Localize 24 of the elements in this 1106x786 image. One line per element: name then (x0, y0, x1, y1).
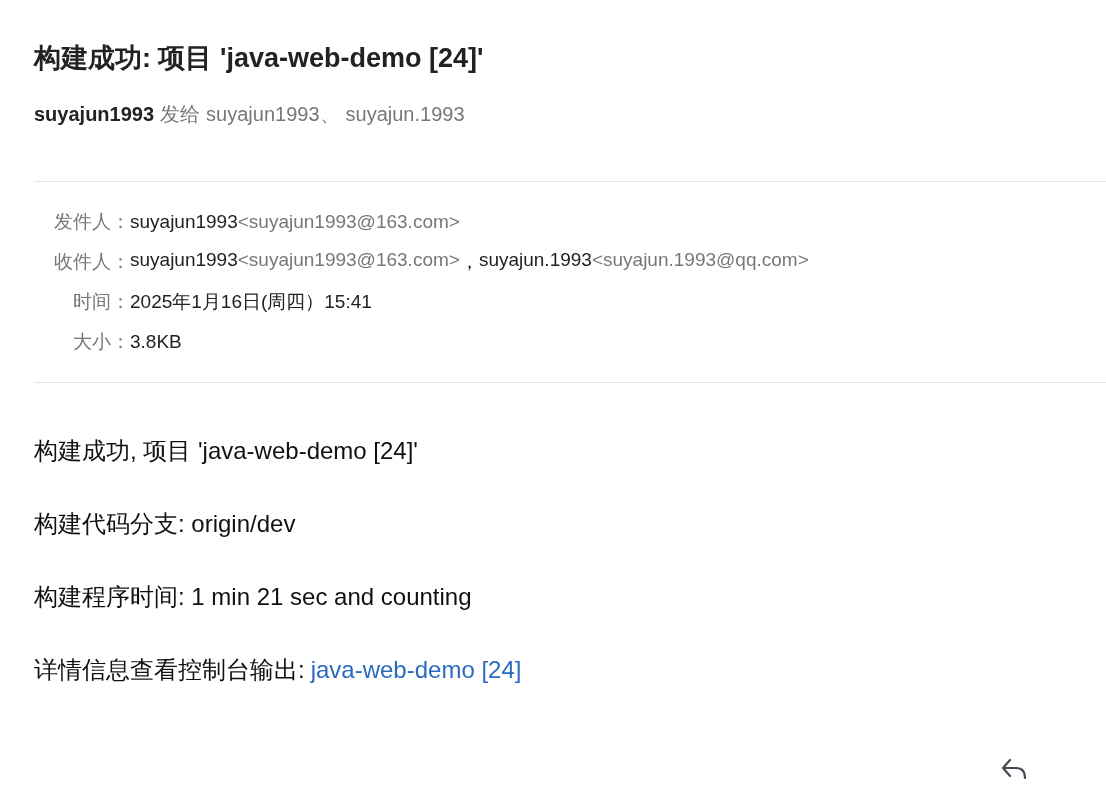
detail-value: 2025年1月16日(周四）15:41 (130, 290, 372, 314)
reply-icon[interactable] (1000, 757, 1028, 781)
detail-label: 收件人： (53, 250, 130, 274)
console-output-link[interactable]: java-web-demo [24] (310, 654, 522, 686)
recipient-name: suyajun1993、 (206, 102, 340, 127)
email-address: <suyajun1993@163.com> (237, 211, 460, 233)
recipient-name: suyajun.1993 (345, 102, 465, 127)
detail-value: 3.8KB (130, 331, 182, 353)
detail-label: 大小： (72, 330, 130, 354)
email-subject: 构建成功: 项目 'java-web-demo [24]' (34, 42, 485, 75)
detail-label: 发件人： (53, 210, 130, 234)
contact-name: suyajun1993 (130, 211, 238, 233)
contact-name: suyajun.1993 (478, 249, 592, 272)
sent-to-label: 发给 (160, 102, 201, 127)
body-paragraph: 构建代码分支: origin/dev (34, 509, 297, 539)
body-text: 详情信息查看控制台输出: (34, 655, 305, 685)
email-address: <suyajun.1993@qq.com> (591, 249, 809, 272)
sender-name: suyajun1993 (34, 102, 155, 127)
contact-name: suyajun1993 (130, 249, 238, 272)
detail-label: 时间： (72, 290, 130, 314)
body-paragraph: 构建成功, 项目 'java-web-demo [24]' (34, 436, 419, 466)
body-paragraph: 构建程序时间: 1 min 21 sec and counting (34, 582, 473, 612)
email-address: <suyajun1993@163.com> (237, 249, 460, 272)
separator: ， (459, 250, 479, 274)
